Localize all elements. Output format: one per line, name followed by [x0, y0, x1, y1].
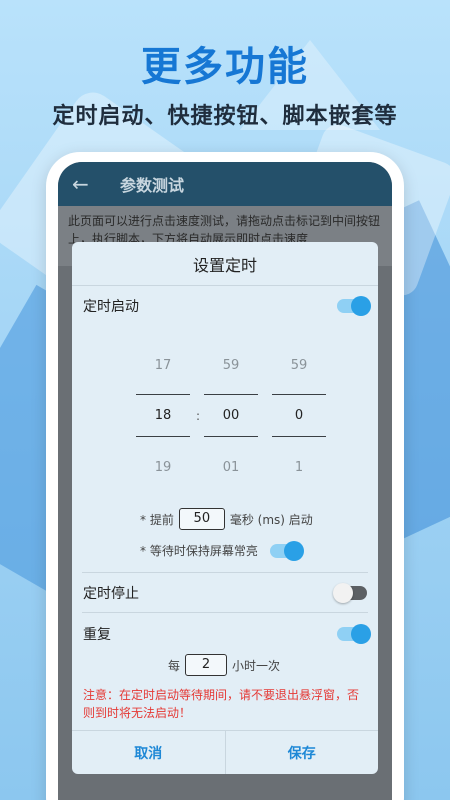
toggle-knob — [351, 624, 371, 644]
repeat-row: 重复 — [83, 624, 371, 644]
timer-dialog: 设置定时 定时启动 17 59 59 18 : 00 0 19 01 1 * 提… — [72, 242, 378, 774]
timed-start-toggle[interactable] — [337, 296, 371, 316]
timed-stop-toggle[interactable] — [333, 583, 367, 603]
picker-line — [136, 394, 190, 395]
promo-subline: 定时启动、快捷按钮、脚本嵌套等 — [52, 104, 398, 129]
timed-stop-row: 定时停止 — [83, 583, 367, 603]
minute-value[interactable]: 00 — [204, 408, 258, 423]
page-title: 参数测试 — [120, 176, 185, 195]
repeat-suffix: 小时一次 — [232, 658, 281, 673]
dialog-title: 设置定时 — [72, 242, 378, 286]
toggle-knob — [333, 583, 353, 603]
advance-prefix: * 提前 — [140, 512, 174, 527]
toggle-knob — [283, 540, 304, 561]
picker-line — [272, 394, 326, 395]
save-button[interactable]: 保存 — [224, 731, 379, 774]
advance-row: * 提前 50 毫秒 (ms) 启动 — [140, 508, 313, 530]
toggle-knob — [351, 296, 371, 316]
hour-value[interactable]: 18 — [136, 408, 190, 423]
divider — [82, 612, 368, 613]
picker-line — [204, 436, 258, 437]
timed-start-label: 定时启动 — [83, 299, 139, 315]
timed-stop-label: 定时停止 — [83, 586, 139, 602]
keep-screen-toggle[interactable] — [269, 540, 304, 561]
repeat-interval-row: 每 2 小时一次 — [168, 654, 280, 676]
picker-line — [272, 436, 326, 437]
arrow-left-icon[interactable]: ← — [72, 172, 100, 196]
repeat-prefix: 每 — [168, 658, 181, 673]
second-prev[interactable]: 59 — [272, 358, 326, 373]
warning-text: 注意：在定时启动等待期间，请不要退出悬浮窗，否则到时将无法启动！ — [83, 688, 360, 720]
divider — [82, 572, 368, 573]
cancel-button[interactable]: 取消 — [72, 731, 225, 774]
picker-line — [204, 394, 258, 395]
keep-screen-label: * 等待时保持屏幕常亮 — [140, 544, 258, 558]
keep-screen-row: * 等待时保持屏幕常亮 — [140, 540, 304, 561]
timed-start-row: 定时启动 — [83, 296, 371, 316]
advance-suffix: 毫秒 (ms) 启动 — [229, 512, 313, 527]
minute-next[interactable]: 01 — [204, 460, 258, 475]
time-separator: : — [196, 409, 201, 423]
dialog-button-bar: 取消 保存 — [72, 730, 378, 774]
minute-prev[interactable]: 59 — [204, 358, 258, 373]
repeat-interval-input[interactable]: 2 — [185, 654, 228, 676]
promo-headline: 更多功能 — [141, 44, 309, 90]
hour-next[interactable]: 19 — [136, 460, 190, 475]
app-bar: ← 参数测试 — [58, 162, 392, 206]
repeat-label: 重复 — [83, 627, 111, 643]
hour-prev[interactable]: 17 — [136, 358, 190, 373]
repeat-toggle[interactable] — [337, 624, 371, 644]
picker-line — [136, 436, 190, 437]
second-next[interactable]: 1 — [272, 460, 326, 475]
second-value[interactable]: 0 — [272, 408, 326, 423]
advance-ms-input[interactable]: 50 — [178, 508, 225, 530]
